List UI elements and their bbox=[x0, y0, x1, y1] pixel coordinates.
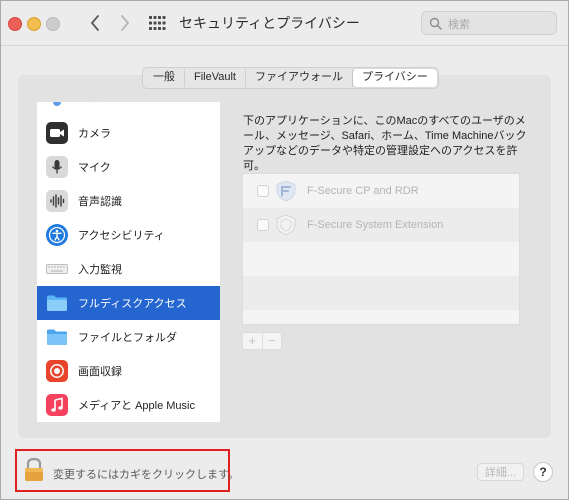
title-bar: セキュリティとプライバシー 検索 bbox=[1, 1, 568, 46]
tab-filevault[interactable]: FileVault bbox=[185, 69, 246, 87]
shield-icon bbox=[275, 214, 297, 241]
back-button[interactable] bbox=[84, 11, 106, 35]
list-item-empty bbox=[243, 242, 519, 276]
tab-general[interactable]: 一般 bbox=[144, 69, 185, 87]
music-icon bbox=[46, 394, 68, 416]
keyboard-icon bbox=[46, 258, 68, 280]
speech-recognition-icon bbox=[46, 190, 68, 212]
search-placeholder: 検索 bbox=[448, 19, 470, 31]
sidebar-item-label: 入力監視 bbox=[78, 264, 122, 276]
screen-record-icon bbox=[46, 360, 68, 382]
microphone-icon bbox=[46, 156, 68, 178]
sidebar-item-accessibility[interactable]: アクセシビリティ bbox=[37, 218, 220, 252]
app-name: F-Secure System Extension bbox=[307, 219, 444, 231]
sidebar-item-label: カメラ bbox=[78, 128, 111, 140]
sidebar-item-label: フルディスクアクセス bbox=[78, 298, 187, 310]
add-remove-control: + − bbox=[242, 332, 282, 350]
sidebar-item-full-disk-access[interactable]: フルディスクアクセス bbox=[37, 286, 220, 320]
tab-firewall[interactable]: ファイアウォール bbox=[246, 69, 353, 87]
accessibility-icon bbox=[46, 224, 68, 246]
tab-privacy[interactable]: プライバシー bbox=[352, 69, 437, 87]
folder-icon bbox=[46, 292, 68, 314]
forward-button[interactable] bbox=[114, 11, 136, 35]
app-list[interactable]: F-Secure CP and RDR F-Secure System Exte… bbox=[242, 173, 520, 325]
remove-app-button[interactable]: − bbox=[263, 333, 282, 349]
camera-icon bbox=[46, 122, 68, 144]
chevron-left-icon bbox=[91, 15, 99, 31]
sidebar-item-photos[interactable]: 写真 bbox=[37, 102, 220, 114]
sidebar-item-label: 写真 bbox=[78, 102, 100, 105]
sidebar-item-files-and-folders[interactable]: ファイルとフォルダ bbox=[37, 320, 220, 354]
photos-icon bbox=[46, 102, 68, 108]
sidebar-item-label: マイク bbox=[78, 162, 111, 174]
sidebar-item-input-monitoring[interactable]: 入力監視 bbox=[37, 252, 220, 286]
show-all-button[interactable] bbox=[148, 15, 166, 31]
sidebar-item-microphone[interactable]: マイク bbox=[37, 150, 220, 184]
search-field[interactable]: 検索 bbox=[421, 11, 557, 35]
sidebar-item-label: 音声認識 bbox=[78, 196, 122, 208]
zoom-window-button[interactable] bbox=[46, 17, 60, 31]
preferences-window: セキュリティとプライバシー 検索 一般 FileVault ファイアウォール プ… bbox=[0, 0, 569, 500]
sidebar-item-label: アクセシビリティ bbox=[78, 230, 165, 242]
chevron-right-icon bbox=[121, 15, 129, 31]
help-button[interactable]: ? bbox=[533, 462, 553, 482]
grid-icon bbox=[149, 16, 166, 30]
sidebar-item-label: メディアと Apple Music bbox=[78, 400, 195, 412]
sidebar-item-label: 画面収録 bbox=[78, 366, 122, 378]
app-checkbox[interactable] bbox=[257, 185, 269, 197]
minimize-window-button[interactable] bbox=[27, 17, 41, 31]
f-secure-icon bbox=[275, 180, 297, 207]
sidebar-item-camera[interactable]: カメラ bbox=[37, 116, 220, 150]
access-description: 下のアプリケーションに、このMacのすべてのユーザのメール、メッセージ、Safa… bbox=[243, 115, 527, 172]
window-title: セキュリティとプライバシー bbox=[179, 15, 360, 31]
add-app-button[interactable]: + bbox=[243, 333, 262, 349]
lock-instruction[interactable]: 変更するにはカギをクリックします。 bbox=[53, 466, 239, 482]
app-name: F-Secure CP and RDR bbox=[307, 185, 419, 197]
lock-icon[interactable] bbox=[23, 457, 45, 488]
list-item-empty bbox=[243, 276, 519, 310]
sidebar-item-media-apple-music[interactable]: メディアと Apple Music bbox=[37, 388, 220, 422]
search-icon bbox=[429, 17, 442, 30]
sidebar-item-label: ファイルとフォルダ bbox=[78, 332, 177, 344]
close-window-button[interactable] bbox=[8, 17, 22, 31]
details-button[interactable]: 詳細... bbox=[477, 463, 524, 481]
sidebar-item-screen-recording[interactable]: 画面収録 bbox=[37, 354, 220, 388]
privacy-category-list[interactable]: 写真 カメラ マイク 音声認識 アクセシビリティ bbox=[37, 102, 220, 422]
list-item[interactable]: F-Secure System Extension bbox=[243, 208, 519, 242]
list-item[interactable]: F-Secure CP and RDR bbox=[243, 174, 519, 208]
app-checkbox[interactable] bbox=[257, 219, 269, 231]
tab-bar: 一般 FileVault ファイアウォール プライバシー bbox=[142, 67, 439, 89]
sidebar-item-speech-recognition[interactable]: 音声認識 bbox=[37, 184, 220, 218]
folder-icon bbox=[46, 326, 68, 348]
